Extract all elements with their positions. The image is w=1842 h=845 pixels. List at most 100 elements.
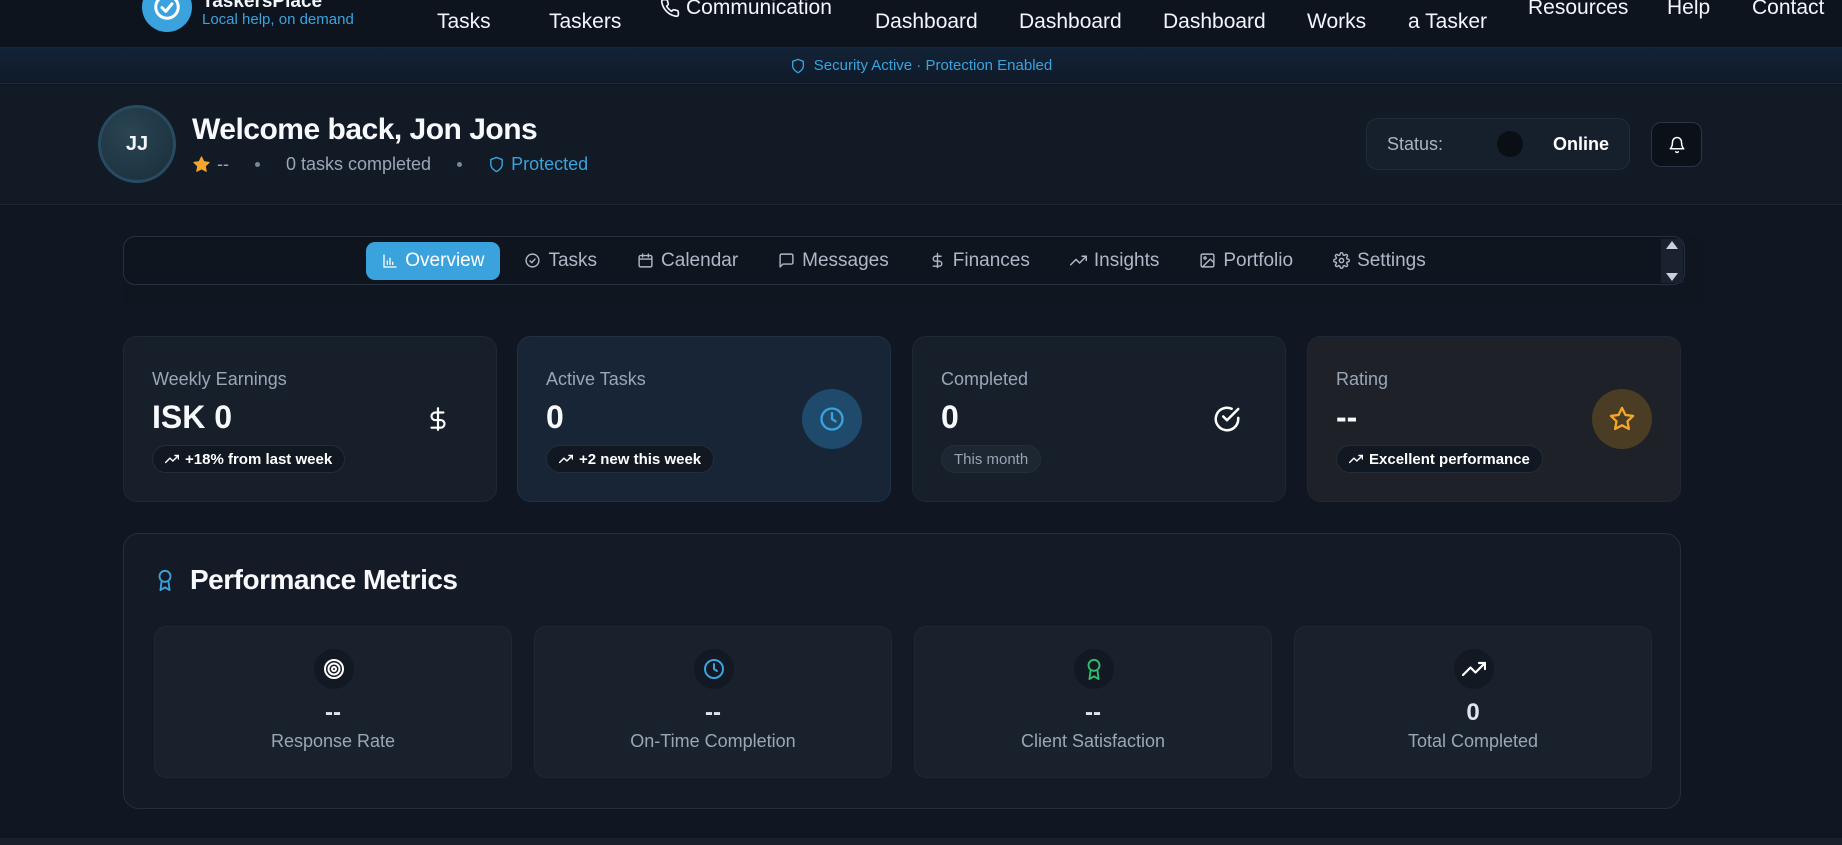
stat-label: Weekly Earnings (152, 369, 287, 389)
stat-icon-wrap (1197, 389, 1257, 449)
message-icon (779, 253, 794, 268)
stat-value: ISK 0 (152, 399, 233, 435)
trending-up-icon (165, 454, 179, 464)
metric-card-response-rate: -- Response Rate (154, 626, 512, 778)
welcome-header: JJ Welcome back, Jon Jons -- 0 tasks com… (0, 85, 1842, 205)
nav-item-dashboard-3[interactable]: Dashboard (1163, 10, 1266, 34)
tab-tasks[interactable]: Tasks (508, 242, 613, 280)
nav-item-tasks[interactable]: Tasks (437, 10, 491, 34)
separator-dot (457, 162, 463, 167)
metric-label: Response Rate (270, 731, 396, 751)
nav-item-become-tasker[interactable]: a Tasker (1408, 10, 1487, 34)
tab-overview[interactable]: Overview (366, 241, 501, 280)
stat-trend-badge: +18% from last week (152, 445, 346, 473)
performance-metrics-panel: Performance Metrics -- Response Rate -- … (123, 533, 1681, 809)
trending-up-icon (1349, 454, 1363, 464)
stat-card-weekly-earnings: Weekly Earnings ISK 0 +18% from last wee… (123, 336, 497, 502)
phone-icon (660, 0, 680, 18)
nav-item-taskers[interactable]: Taskers (549, 10, 621, 34)
star-icon (1609, 406, 1635, 431)
welcome-summary: -- 0 tasks completed Protected (192, 154, 588, 175)
status-value: Online (1552, 133, 1609, 154)
metric-card-client-satisfaction: -- Client Satisfaction (914, 626, 1272, 778)
status-toggle[interactable]: Status: Online (1366, 118, 1630, 170)
tasks-completed-text: 0 tasks completed (286, 154, 432, 174)
image-icon (1200, 253, 1215, 268)
stat-label: Rating (1336, 369, 1389, 389)
stat-icon-wrap (1592, 389, 1652, 449)
stat-card-rating: Rating -- Excellent performance (1307, 336, 1681, 502)
shield-icon (490, 156, 503, 173)
status-indicator[interactable] (1497, 131, 1523, 157)
dollar-icon (430, 407, 446, 431)
trending-up-icon (1069, 255, 1087, 266)
stat-card-active-tasks: Active Tasks 0 +2 new this week (517, 336, 891, 502)
stat-value: 0 (941, 399, 959, 435)
stat-icon-wrap (408, 389, 468, 449)
security-banner: Security Active · Protection Enabled (0, 48, 1842, 84)
stat-period-badge: This month (941, 445, 1042, 473)
metric-label: On-Time Completion (630, 731, 796, 751)
metric-value: -- (1085, 699, 1101, 726)
rating-value: -- (217, 154, 229, 174)
gear-icon (1333, 252, 1350, 269)
award-icon (1087, 658, 1101, 680)
dollar-icon (932, 252, 943, 269)
metric-value: 0 (1466, 699, 1480, 726)
check-circle-icon (525, 253, 541, 268)
trending-up-icon (559, 454, 573, 464)
bell-icon (1669, 136, 1684, 153)
tab-finances[interactable]: Finances (913, 242, 1046, 280)
separator-dot (255, 162, 260, 167)
stat-value: -- (1336, 399, 1358, 435)
page-title: Welcome back, Jon Jons (192, 113, 538, 146)
stat-icon-wrap (802, 389, 862, 449)
tab-messages[interactable]: Messages (762, 242, 905, 280)
tabs-scrollbar[interactable] (1661, 239, 1683, 283)
brand-tagline: Local help, on demand (202, 11, 354, 28)
nav-item-help[interactable]: Help (1667, 0, 1710, 20)
tab-calendar[interactable]: Calendar (621, 242, 754, 280)
metric-value: -- (325, 699, 341, 726)
clock-icon (820, 407, 844, 431)
avatar[interactable]: JJ (98, 105, 176, 183)
metric-icon-wrap (694, 649, 734, 689)
nav-item-resources[interactable]: Resources (1528, 0, 1628, 20)
security-status-text: Security Active · Protection Enabled (813, 57, 1053, 74)
logo-check-icon[interactable] (142, 0, 192, 32)
nav-item-communication[interactable]: Communication (660, 0, 832, 20)
tabs-container: Overview Tasks Calendar Messages Finance… (123, 236, 1702, 306)
tab-settings[interactable]: Settings (1317, 242, 1442, 280)
metric-icon-wrap (1074, 649, 1114, 689)
top-navbar: TaskersPlace Local help, on demand Tasks… (0, 0, 1842, 48)
tab-portfolio[interactable]: Portfolio (1183, 242, 1309, 280)
nav-item-dashboard-1[interactable]: Dashboard (875, 10, 978, 34)
stat-value: 0 (546, 399, 564, 435)
scroll-down-arrow-icon[interactable] (1665, 271, 1679, 283)
metric-card-total-completed: 0 Total Completed (1294, 626, 1652, 778)
nav-item-works[interactable]: Works (1307, 10, 1366, 34)
shield-icon (791, 58, 804, 73)
clock-icon (704, 659, 724, 679)
section-title: Performance Metrics (154, 564, 458, 596)
next-section-edge (0, 838, 1842, 845)
stat-label: Completed (941, 369, 1029, 389)
award-icon (158, 569, 172, 591)
protected-badge: Protected (488, 154, 588, 175)
metric-card-on-time-completion: -- On-Time Completion (534, 626, 892, 778)
bar-chart-icon (383, 253, 397, 268)
dashboard-tabs: Overview Tasks Calendar Messages Finance… (123, 236, 1685, 285)
nav-item-contact[interactable]: Contact (1752, 0, 1824, 20)
metric-icon-wrap (314, 649, 354, 689)
tab-insights[interactable]: Insights (1054, 242, 1175, 280)
trending-up-icon (1462, 661, 1486, 677)
star-icon (193, 156, 210, 172)
nav-item-dashboard-2[interactable]: Dashboard (1019, 10, 1122, 34)
stat-trend-badge: Excellent performance (1336, 445, 1543, 473)
metric-icon-wrap (1454, 649, 1494, 689)
check-circle-icon (1214, 406, 1240, 432)
metric-label: Client Satisfaction (1020, 731, 1166, 751)
notifications-button[interactable] (1651, 122, 1702, 167)
scroll-up-arrow-icon[interactable] (1665, 239, 1679, 251)
metric-value: -- (705, 699, 721, 726)
